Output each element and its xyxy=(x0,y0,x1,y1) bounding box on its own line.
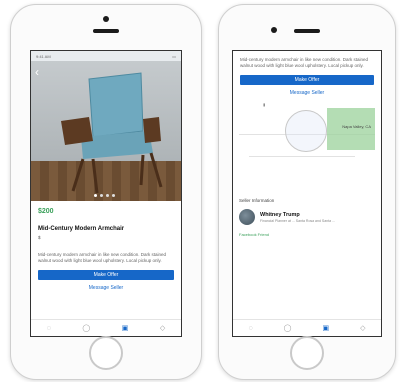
photo-pagination[interactable] xyxy=(94,194,115,197)
search-icon[interactable]: ◯ xyxy=(82,324,90,332)
status-time: 9:41 AM xyxy=(36,53,51,59)
seller-verified-badge: Facebook Friend xyxy=(239,232,270,237)
tab-bar: ◌ ◯ ▣ ◇ xyxy=(233,319,381,336)
map-road xyxy=(249,156,355,157)
listing-description: Mid-century modern armchair in like new … xyxy=(38,252,167,263)
page-dot xyxy=(106,194,109,197)
seller-name[interactable]: Whitney Trump xyxy=(260,212,335,218)
map-marker-icon: ▮ xyxy=(263,102,266,107)
listing-price: $200 xyxy=(38,208,54,215)
listing-detail-scrolled-screen: Mid-century modern armchair in like new … xyxy=(232,50,382,337)
armchair-image xyxy=(61,72,163,194)
home-button[interactable] xyxy=(89,336,123,370)
listing-description: Mid-century modern armchair in like new … xyxy=(240,57,369,68)
seller-card[interactable]: Whitney Trump Financial Planner at ... S… xyxy=(239,209,375,225)
status-bar: 9:41 AM ▭ xyxy=(31,51,181,61)
camera-dot xyxy=(271,27,277,33)
map-pin-label: Napa Valley, CA xyxy=(342,124,371,129)
home-icon[interactable]: ◌ xyxy=(248,325,252,332)
avatar[interactable] xyxy=(239,209,255,225)
search-icon[interactable]: ◯ xyxy=(284,324,292,332)
listing-category: $ xyxy=(38,235,41,240)
phone-frame-left: 9:41 AM ▭ ‹ $200 Mid-Century Modern Armc… xyxy=(10,4,202,380)
make-offer-button[interactable]: Make Offer xyxy=(240,75,374,85)
listing-photo[interactable]: ‹ xyxy=(31,61,181,201)
home-icon[interactable]: ◌ xyxy=(47,325,51,332)
message-seller-link[interactable]: Message Seller xyxy=(31,285,181,291)
speaker-grill xyxy=(294,29,320,33)
notifications-icon[interactable]: ◇ xyxy=(160,324,165,332)
seller-meta: Financial Planner at ... Santa Rosa and … xyxy=(260,218,335,223)
camera-dot xyxy=(103,16,109,22)
listing-detail-screen: 9:41 AM ▭ ‹ $200 Mid-Century Modern Armc… xyxy=(30,50,182,337)
listing-title: Mid-Century Modern Armchair xyxy=(38,226,125,232)
seller-section-label: Seller Information xyxy=(239,198,275,203)
battery-icon: ▭ xyxy=(172,53,176,59)
seller-text: Whitney Trump Financial Planner at ... S… xyxy=(260,212,335,223)
page-dot xyxy=(112,194,115,197)
back-arrow-icon[interactable]: ‹ xyxy=(35,65,39,79)
phone-frame-right: Mid-century modern armchair in like new … xyxy=(218,4,396,380)
page-dot xyxy=(94,194,97,197)
home-button[interactable] xyxy=(290,336,324,370)
speaker-grill xyxy=(93,29,119,33)
marketplace-icon[interactable]: ▣ xyxy=(122,324,129,332)
tab-bar: ◌ ◯ ▣ ◇ xyxy=(31,319,181,336)
map-green-area xyxy=(327,108,375,150)
page-dot xyxy=(100,194,103,197)
marketplace-icon[interactable]: ▣ xyxy=(322,324,329,332)
message-seller-link[interactable]: Message Seller xyxy=(233,90,381,96)
map-radius-circle xyxy=(285,110,327,152)
notifications-icon[interactable]: ◇ xyxy=(360,324,365,332)
make-offer-button[interactable]: Make Offer xyxy=(38,270,174,280)
location-map[interactable]: ▮ Napa Valley, CA xyxy=(239,102,375,174)
